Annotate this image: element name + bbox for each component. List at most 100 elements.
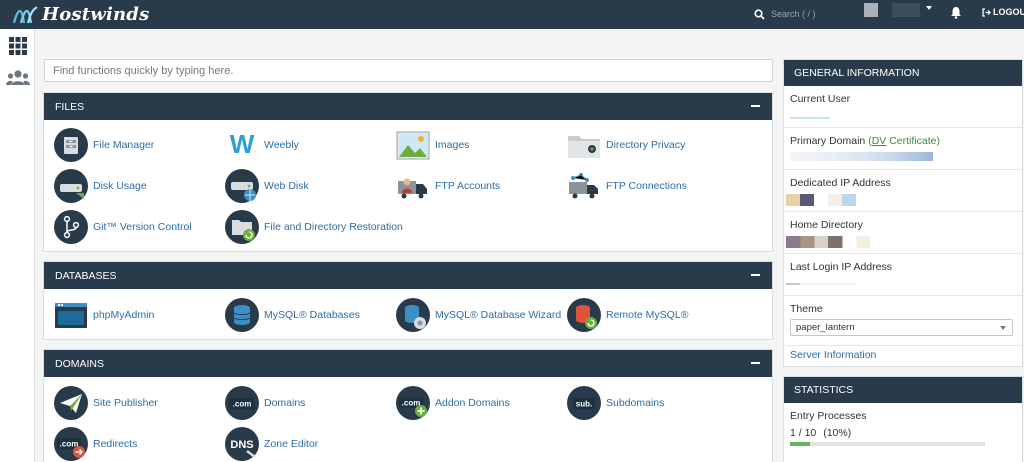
tool-ftp-connections-label: FTP Connections xyxy=(606,180,687,192)
tool-disk-usage-label: Disk Usage xyxy=(93,180,147,192)
collapse-icon[interactable] xyxy=(751,105,760,107)
logout-icon xyxy=(982,7,991,17)
search-icon[interactable] xyxy=(754,8,765,20)
files-panel-header[interactable]: FILES xyxy=(44,93,772,120)
remote-database-icon xyxy=(567,298,601,332)
home-directory-row: Home Directory xyxy=(784,212,1022,254)
tool-addon-domains[interactable]: .com Addon Domains xyxy=(396,386,510,420)
ftp-connections-icon xyxy=(569,173,598,199)
theme-row: Theme paper_lantern xyxy=(784,296,1022,346)
collapse-icon[interactable] xyxy=(751,274,760,276)
tool-phpmyadmin[interactable]: phpMyAdmin xyxy=(54,298,154,332)
tool-zone-editor[interactable]: DNS Zone Editor xyxy=(225,427,318,461)
disk-usage-icon xyxy=(54,169,88,203)
left-rail xyxy=(0,29,35,462)
git-branch-icon xyxy=(54,210,88,244)
primary-domain-row: Primary Domain (DV Certificate) xyxy=(784,128,1022,170)
tool-file-manager[interactable]: File Manager xyxy=(54,128,154,162)
collapse-icon[interactable] xyxy=(751,362,760,364)
quick-find-input[interactable] xyxy=(44,59,773,82)
web-disk-icon xyxy=(225,169,259,203)
tool-mysql-database-wizard[interactable]: MySQL® Database Wizard xyxy=(396,298,561,332)
tool-site-publisher-label: Site Publisher xyxy=(93,397,158,409)
redirect-icon: .com xyxy=(54,427,88,461)
tool-file-directory-restoration[interactable]: File and Directory Restoration xyxy=(225,210,403,244)
theme-label: Theme xyxy=(790,303,823,315)
database-wizard-icon xyxy=(396,298,430,332)
dedicated-ip-label: Dedicated IP Address xyxy=(790,177,891,189)
addon-domains-icon: .com xyxy=(396,386,430,420)
entry-processes-percent: (10%) xyxy=(823,427,852,439)
restoration-icon xyxy=(225,210,259,244)
tool-redirects-label: Redirects xyxy=(93,438,138,450)
tool-site-publisher[interactable]: Site Publisher xyxy=(54,386,158,420)
server-info-row: Server Information xyxy=(784,346,1022,364)
tool-web-disk[interactable]: Web Disk xyxy=(225,169,309,203)
images-icon xyxy=(396,131,430,160)
tool-git-version-control-label: Git™ Version Control xyxy=(93,221,192,233)
entry-processes-progress xyxy=(790,442,985,446)
directory-privacy-icon xyxy=(568,136,600,158)
tool-weebly[interactable]: W Weebly xyxy=(225,128,299,162)
current-user-row: Current User xyxy=(784,86,1022,128)
domains-panel: DOMAINS Site Publisher .com Domains .com… xyxy=(43,349,773,462)
tool-remote-mysql-label: Remote MySQL® xyxy=(606,309,689,321)
entry-processes-progress-fill xyxy=(790,442,810,446)
tool-subdomains-label: Subdomains xyxy=(606,397,665,409)
entry-processes-row: Entry Processes 1 / 10 (10%) xyxy=(784,403,1022,453)
theme-select-value: paper_lantern xyxy=(796,322,855,333)
last-login-ip-row: Last Login IP Address xyxy=(784,254,1022,296)
ftp-accounts-icon xyxy=(398,178,427,199)
files-panel: FILES File Manager W Weebly Images Direc… xyxy=(43,92,773,252)
tool-mysql-database-wizard-label: MySQL® Database Wizard xyxy=(435,309,562,321)
databases-panel-title: DATABASES xyxy=(55,269,117,282)
tool-redirects[interactable]: .com Redirects xyxy=(54,427,137,461)
server-information-link[interactable]: Server Information xyxy=(790,349,876,361)
phpmyadmin-icon xyxy=(55,303,87,328)
tool-remote-mysql[interactable]: Remote MySQL® xyxy=(567,298,688,332)
entry-processes-label: Entry Processes xyxy=(790,410,867,422)
tool-mysql-databases[interactable]: MySQL® Databases xyxy=(225,298,360,332)
last-login-ip-label: Last Login IP Address xyxy=(790,261,892,273)
tool-mysql-databases-label: MySQL® Databases xyxy=(264,309,360,321)
tool-domains[interactable]: .com Domains xyxy=(225,386,305,420)
dedicated-ip-row: Dedicated IP Address xyxy=(784,170,1022,212)
subdomain-icon: sub. xyxy=(567,386,601,420)
user-name-redacted[interactable] xyxy=(892,3,920,17)
current-user-label: Current User xyxy=(790,93,851,105)
tool-directory-privacy-label: Directory Privacy xyxy=(606,139,686,151)
databases-panel-header[interactable]: DATABASES xyxy=(44,262,772,289)
primary-domain-label: Primary Domain (DV Certificate) xyxy=(790,135,1016,147)
users-group-icon[interactable] xyxy=(6,68,30,88)
dns-glyph: DNS xyxy=(230,439,253,451)
home-directory-value-redacted xyxy=(786,236,870,248)
domains-panel-header[interactable]: DOMAINS xyxy=(44,350,772,377)
primary-domain-text: Primary Domain xyxy=(790,135,866,147)
current-user-value-redacted xyxy=(790,117,830,119)
dotcom-icon: .com xyxy=(225,386,259,420)
user-avatar[interactable] xyxy=(864,3,878,17)
dv-abbr-link[interactable]: DV xyxy=(872,135,887,147)
tool-disk-usage[interactable]: Disk Usage xyxy=(54,169,147,203)
theme-select[interactable]: paper_lantern xyxy=(790,319,1013,336)
brand-logo[interactable]: Hostwinds xyxy=(12,2,149,26)
tool-images[interactable]: Images xyxy=(396,128,469,162)
tools-grid-icon[interactable] xyxy=(8,36,28,56)
databases-panel: DATABASES phpMyAdmin MySQL® Databases My… xyxy=(43,261,773,340)
hostwinds-wave-icon xyxy=(12,6,38,24)
user-menu-caret-icon[interactable] xyxy=(926,6,932,10)
domains-panel-title: DOMAINS xyxy=(55,357,105,370)
tool-git-version-control[interactable]: Git™ Version Control xyxy=(54,210,192,244)
general-information-title: GENERAL INFORMATION xyxy=(784,60,1022,86)
statistics-panel: STATISTICS Entry Processes 1 / 10 (10%) xyxy=(783,376,1023,462)
tool-directory-privacy[interactable]: Directory Privacy xyxy=(567,128,685,162)
entry-processes-value: 1 / 10 (10%) xyxy=(790,427,1016,439)
notifications-bell-icon[interactable] xyxy=(950,6,962,19)
dedicated-ip-value-redacted xyxy=(786,194,856,206)
tool-subdomains[interactable]: sub. Subdomains xyxy=(567,386,664,420)
top-search-input[interactable] xyxy=(771,6,851,22)
logout-button[interactable]: LOGOUT xyxy=(982,7,1024,17)
tool-ftp-accounts[interactable]: FTP Accounts xyxy=(396,169,500,203)
tool-images-label: Images xyxy=(435,139,470,151)
tool-ftp-connections[interactable]: FTP Connections xyxy=(567,169,687,203)
